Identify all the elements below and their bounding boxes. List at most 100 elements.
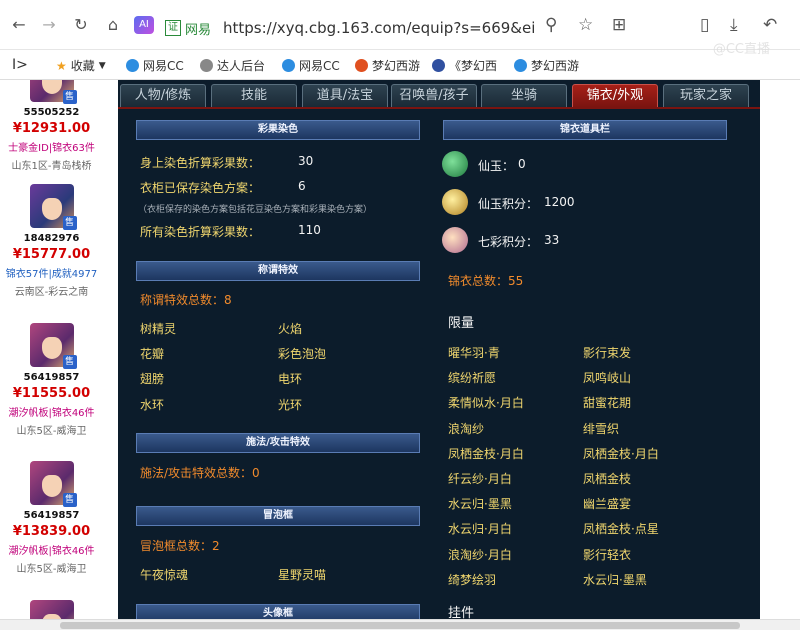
sidebar-toggle-icon[interactable]: I> — [12, 57, 28, 73]
seller-card[interactable]: 售 55505252 ¥12931.00 士豪金ID|锦衣63件 山东1区-青岛… — [0, 80, 103, 172]
site-tag: 网易 — [185, 22, 212, 38]
bookmark-item[interactable]: 《梦幻西 — [432, 57, 497, 74]
dye-value: 6 — [298, 179, 306, 193]
section-cast-fx-title: 施法/攻击特效 — [136, 433, 420, 453]
ai-icon[interactable]: AI — [134, 16, 154, 34]
bookmark-item[interactable]: 梦幻西游 — [514, 57, 579, 74]
title-fx-item: 火焰 — [278, 322, 303, 336]
title-fx-item: 水环 — [140, 398, 165, 412]
limited-item: 凤栖金枝·月白 — [583, 447, 659, 461]
bubble-item: 星野灵喵 — [278, 568, 327, 582]
tab-items[interactable]: 道具/法宝 — [302, 84, 388, 108]
seller-card[interactable]: 售 56419857 ¥11555.00 潮汐帆板|锦衣46件 山东5区-威海卫 — [0, 323, 103, 437]
seller-tags[interactable]: 潮汐帆板|锦衣46件 — [0, 542, 103, 557]
undo-icon[interactable]: ↶ — [763, 16, 777, 34]
seller-price: ¥13839.00 — [12, 524, 91, 539]
tab-pets[interactable]: 召唤兽/孩子 — [391, 84, 477, 108]
scrollbar-thumb[interactable] — [60, 622, 740, 629]
limited-item: 缤纷祈愿 — [448, 371, 497, 385]
tab-bar: 人物/修炼 技能 道具/法宝 召唤兽/孩子 坐骑 锦衣/外观 玩家之家 — [118, 84, 760, 108]
dye-label: 身上染色折算彩果数： — [140, 156, 261, 170]
bookmark-label: 《梦幻西 — [449, 59, 498, 73]
seller-card[interactable]: 售 18482976 ¥15777.00 锦衣57件|成就4977 云南区-彩云… — [0, 184, 103, 298]
title-fx-item: 彩色泡泡 — [278, 347, 327, 361]
chevron-down-icon: ▼ — [98, 60, 106, 71]
zoom-icon[interactable]: ⚲ — [545, 16, 557, 34]
costume-total: 锦衣总数：55 — [448, 274, 524, 288]
url-text[interactable]: https://xyq.cbg.163.com/equip?s=669&ei — [223, 19, 535, 37]
tab-costume[interactable]: 锦衣/外观 — [572, 84, 658, 108]
limited-item: 幽兰盛宴 — [583, 497, 632, 511]
cc-icon — [282, 59, 295, 72]
game-icon — [432, 59, 445, 72]
seller-sidebar: 售 55505252 ¥12931.00 士豪金ID|锦衣63件 山东1区-青岛… — [0, 80, 103, 630]
collection-icon[interactable]: ⊞ — [612, 16, 626, 34]
forward-icon[interactable]: → — [40, 16, 58, 34]
section-title-fx-title: 称谓特效 — [136, 261, 420, 281]
title-fx-item: 电环 — [278, 372, 303, 386]
currency-label: 仙玉： — [478, 159, 515, 173]
seller-card[interactable]: 售 56419857 ¥13839.00 潮汐帆板|锦衣46件 山东5区-威海卫 — [0, 461, 103, 575]
limited-item: 柔情似水·月白 — [448, 396, 524, 410]
download-icon[interactable]: ⤓ — [730, 16, 738, 34]
dye-value: 110 — [298, 223, 321, 237]
tab-mounts[interactable]: 坐骑 — [481, 84, 567, 108]
limited-heading: 限量 — [448, 316, 475, 331]
tab-character[interactable]: 人物/修炼 — [120, 84, 206, 108]
limited-item: 浪淘纱 — [448, 422, 485, 436]
bookmark-item[interactable]: 达人后台 — [200, 57, 265, 74]
seller-price: ¥15777.00 — [12, 247, 91, 262]
seller-server: 云南区-彩云之南 — [14, 287, 89, 298]
currency-value: 33 — [544, 233, 560, 247]
currency-value: 0 — [518, 157, 526, 171]
bookmark-item[interactable]: ★ 收藏 ▼ — [56, 57, 106, 74]
cast-fx-total: 施法/攻击特效总数：0 — [140, 466, 260, 480]
split-icon[interactable]: ▯ — [700, 16, 709, 34]
avatar[interactable]: 售 — [29, 184, 77, 230]
limited-item: 影行束发 — [583, 346, 632, 360]
cc-icon — [514, 59, 527, 72]
home-icon[interactable]: ⌂ — [104, 16, 122, 34]
favorite-star-icon[interactable]: ☆ — [578, 16, 593, 34]
reload-icon[interactable]: ↻ — [72, 16, 90, 34]
stream-watermark: @CC直播 — [712, 42, 770, 57]
cc-icon — [126, 59, 139, 72]
sell-badge: 售 — [62, 216, 77, 230]
horizontal-scrollbar[interactable] — [0, 619, 800, 630]
currency-label: 七彩积分： — [478, 235, 539, 249]
title-fx-item: 光环 — [278, 398, 303, 412]
bubble-total: 冒泡框总数：2 — [140, 539, 220, 553]
seller-tags[interactable]: 锦衣57件|成就4977 — [0, 265, 103, 280]
section-bubble-title: 冒泡框 — [136, 506, 420, 526]
title-fx-item: 树精灵 — [140, 322, 177, 336]
browser-window: ← → ↻ ⌂ AI 证 网易 https://xyq.cbg.163.com/… — [0, 0, 800, 630]
seller-tags[interactable]: 士豪金ID|锦衣63件 — [0, 139, 103, 154]
seller-id: 55505252 — [23, 107, 80, 118]
tab-skills[interactable]: 技能 — [211, 84, 297, 108]
avatar[interactable]: 售 — [29, 461, 77, 507]
bookmark-label: 网易CC — [299, 59, 340, 73]
dye-note: （衣柜保存的染色方案包括花豆染色方案和彩果染色方案） — [138, 205, 373, 215]
avatar-face — [41, 80, 62, 94]
limited-item: 甜蜜花期 — [583, 396, 632, 410]
rainbow-points-icon — [442, 227, 468, 253]
bookmarks-bar: I> ★ 收藏 ▼ 网易CC 达人后台 网易CC 梦幻西游 《梦幻西 梦幻西游 — [0, 50, 800, 80]
avatar[interactable]: 售 — [29, 80, 77, 104]
bookmark-item[interactable]: 网易CC — [282, 57, 340, 74]
limited-item: 凤鸣岐山 — [583, 371, 632, 385]
bubble-item: 午夜惊魂 — [140, 568, 189, 582]
seller-tags[interactable]: 潮汐帆板|锦衣46件 — [0, 404, 103, 419]
bookmark-item[interactable]: 网易CC — [126, 57, 184, 74]
avatar[interactable]: 售 — [29, 323, 77, 369]
dye-label: 所有染色折算彩果数： — [140, 225, 261, 239]
seller-server: 山东5区-威海卫 — [16, 426, 87, 437]
avatar-face — [41, 337, 62, 359]
avatar-face — [41, 475, 62, 497]
bookmark-label: 达人后台 — [217, 59, 266, 73]
limited-item: 水云归·墨黑 — [448, 497, 512, 511]
back-icon[interactable]: ← — [10, 16, 28, 34]
tab-home[interactable]: 玩家之家 — [663, 84, 749, 108]
bookmark-item[interactable]: 梦幻西游 — [355, 57, 420, 74]
seller-server: 山东5区-威海卫 — [16, 564, 87, 575]
equip-detail-panel: 人物/修炼 技能 道具/法宝 召唤兽/孩子 坐骑 锦衣/外观 玩家之家 彩果染色… — [118, 80, 760, 630]
